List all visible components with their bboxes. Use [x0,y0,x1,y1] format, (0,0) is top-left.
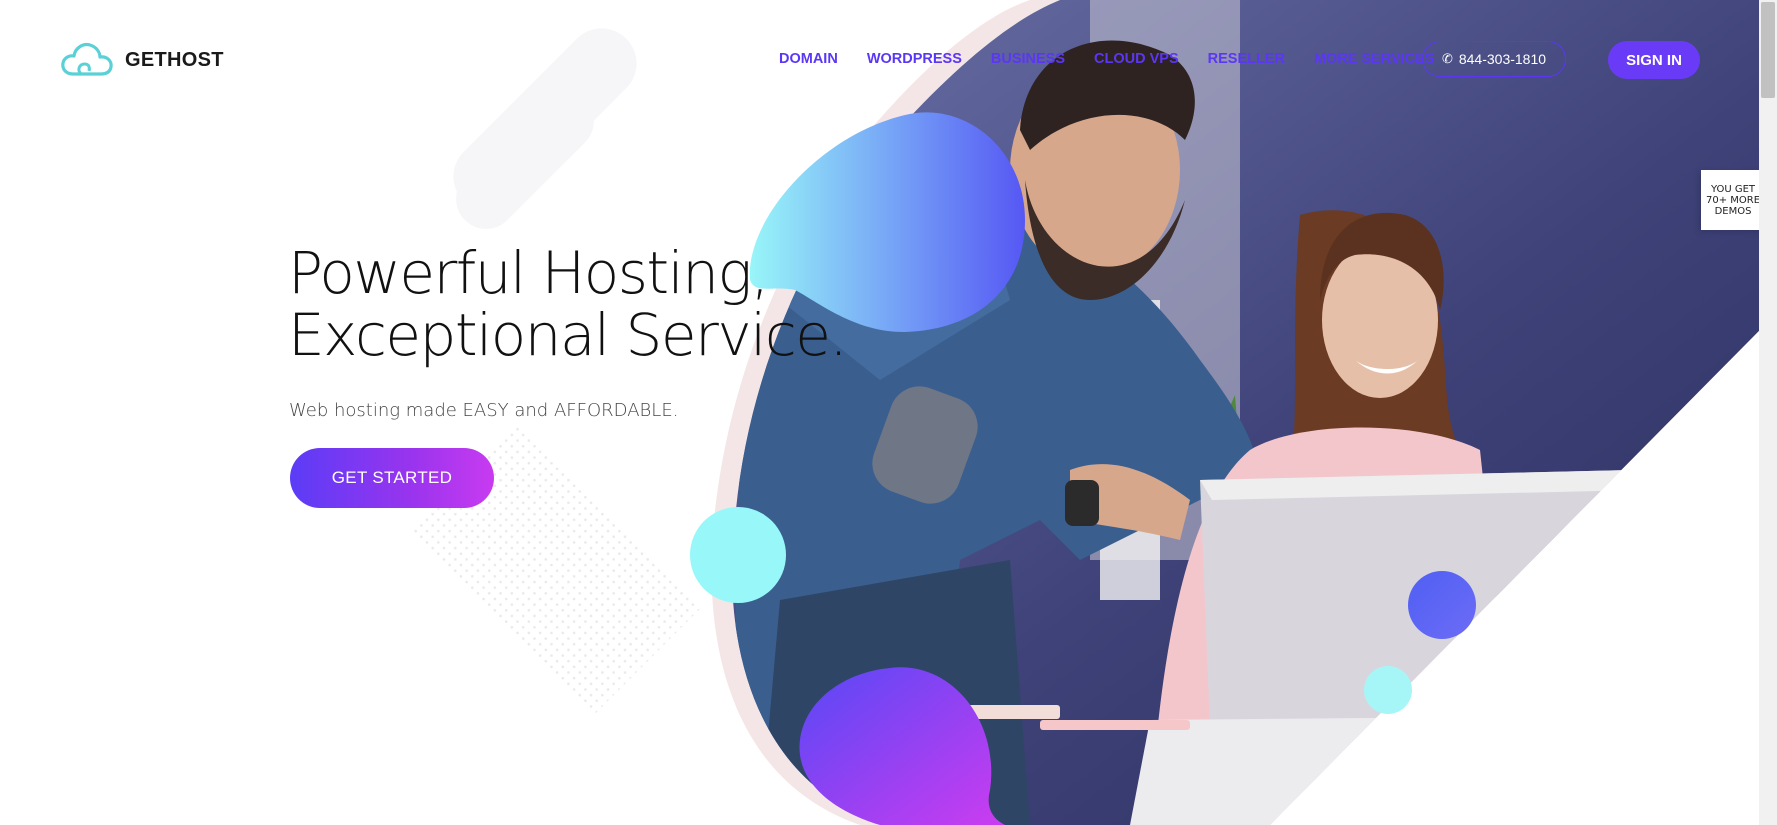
phone-icon: ✆ [1441,51,1453,66]
scrollbar[interactable] [1759,0,1777,825]
sign-in-button[interactable]: SIGN IN [1608,41,1700,79]
nav-item-wordpress[interactable]: WORDPRESS [867,51,962,67]
cloud-icon [61,42,113,76]
main-nav: DOMAIN WORDPRESS BUSINESS CLOUD VPS RESE… [779,51,1435,67]
nav-item-cloud-vps[interactable]: CLOUD VPS [1094,51,1179,67]
get-started-button[interactable]: GET STARTED [290,448,494,508]
nav-item-reseller[interactable]: RESELLER [1208,51,1285,67]
brand-logo[interactable]: GETHOST [59,40,224,80]
nav-item-more-services[interactable]: MORE SERVICES [1314,51,1435,67]
hero-subtitle: Web hosting made EASY and AFFORDABLE. [289,400,679,421]
nav-item-business[interactable]: BUSINESS [991,51,1065,67]
hero-title-line-2: Exceptional Service. [288,301,848,369]
hero-title: Powerful Hosting, Exceptional Service. [288,239,848,369]
phone-number: 844-303-1810 [1458,51,1547,67]
demos-tab[interactable]: YOU GET 70+ MORE DEMOS [1701,170,1765,230]
page: GETHOST DOMAIN WORDPRESS BUSINESS CLOUD … [0,0,1777,825]
phone-button[interactable]: ✆ 844-303-1810 [1422,41,1566,77]
hero-title-line-1: Powerful Hosting, [288,239,769,307]
scrollbar-thumb[interactable] [1761,2,1775,98]
brand-name: GETHOST [125,48,224,71]
nav-item-domain[interactable]: DOMAIN [779,51,838,67]
hero-photo [690,0,1760,825]
